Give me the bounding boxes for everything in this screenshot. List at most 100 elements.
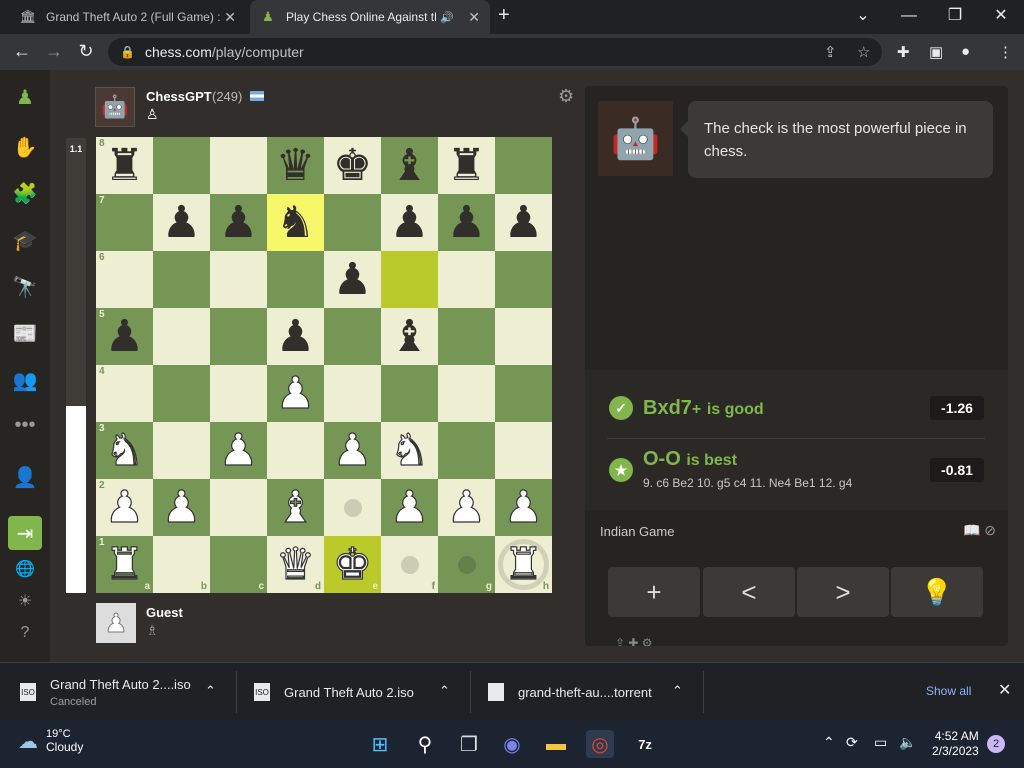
square-g2[interactable]: ♟ xyxy=(438,479,495,536)
black-pawn-icon[interactable]: ♟ xyxy=(105,314,144,359)
minimize-button[interactable]: — xyxy=(886,4,932,28)
square-d4[interactable]: ♟ xyxy=(267,365,324,422)
black-pawn-icon[interactable]: ♟ xyxy=(390,200,429,245)
black-pawn-icon[interactable]: ♟ xyxy=(162,200,201,245)
square-g4[interactable] xyxy=(438,365,495,422)
new-game-button[interactable]: + xyxy=(608,567,700,617)
square-a8[interactable]: 8 ♜ xyxy=(96,137,153,194)
download-item[interactable]: ISO Grand Theft Auto 2.iso xyxy=(254,663,414,721)
black-pawn-icon[interactable]: ♟ xyxy=(276,314,315,359)
square-h6[interactable] xyxy=(495,251,552,308)
forward-icon[interactable]: → xyxy=(42,41,66,62)
square-c3[interactable]: ♟ xyxy=(210,422,267,479)
white-bishop-icon[interactable]: ♝ xyxy=(275,484,316,529)
square-d3[interactable] xyxy=(267,422,324,479)
square-c8[interactable] xyxy=(210,137,267,194)
square-a3[interactable]: 3 ♞ xyxy=(96,422,153,479)
square-b5[interactable] xyxy=(153,308,210,365)
opening-name[interactable]: Indian Game xyxy=(600,524,674,539)
square-h3[interactable] xyxy=(495,422,552,479)
windows-start-icon[interactable]: ⊞ xyxy=(366,730,394,758)
close-downloads-icon[interactable]: ✕ xyxy=(998,680,1011,700)
square-f2[interactable]: ♟ xyxy=(381,479,438,536)
square-c2[interactable] xyxy=(210,479,267,536)
square-g7[interactable]: ♟ xyxy=(438,194,495,251)
more-icon[interactable]: ••• xyxy=(10,410,40,440)
system-clock[interactable]: 4:52 AM 2/3/2023 xyxy=(932,729,979,759)
file-explorer-icon[interactable]: ▬ xyxy=(542,730,570,758)
square-c4[interactable] xyxy=(210,365,267,422)
white-pawn-icon[interactable]: ♟ xyxy=(218,427,259,472)
menu-kebab-icon[interactable]: ⋮ xyxy=(998,43,1013,61)
notification-badge[interactable]: 2 xyxy=(987,735,1005,753)
black-knight-icon[interactable]: ♞ xyxy=(276,200,315,245)
square-h1[interactable]: h ♜ xyxy=(495,536,552,593)
white-pawn-icon[interactable]: ♟ xyxy=(161,484,202,529)
black-pawn-icon[interactable]: ♟ xyxy=(333,257,372,302)
square-d6[interactable] xyxy=(267,251,324,308)
square-b4[interactable] xyxy=(153,365,210,422)
square-h2[interactable]: ♟ xyxy=(495,479,552,536)
square-h5[interactable] xyxy=(495,308,552,365)
square-g3[interactable] xyxy=(438,422,495,479)
legal-move-dot[interactable] xyxy=(457,555,476,574)
black-pawn-icon[interactable]: ♟ xyxy=(504,200,543,245)
chess-logo-icon[interactable]: ♟ xyxy=(10,82,40,112)
square-f4[interactable] xyxy=(381,365,438,422)
chrome-icon[interactable]: ◎ xyxy=(586,730,614,758)
task-view-icon[interactable]: ❐ xyxy=(455,730,483,758)
square-a4[interactable]: 4 xyxy=(96,365,153,422)
square-d1[interactable]: d ♛ xyxy=(267,536,324,593)
square-d5[interactable]: ♟ xyxy=(267,308,324,365)
best-move[interactable]: O-O is best xyxy=(643,448,737,471)
white-king-icon[interactable]: ♚ xyxy=(332,541,373,586)
volume-icon[interactable]: 🔈 xyxy=(899,734,916,751)
play-hand-icon[interactable]: ✋ xyxy=(10,132,40,162)
square-e7[interactable] xyxy=(324,194,381,251)
square-e2[interactable] xyxy=(324,479,381,536)
square-c5[interactable] xyxy=(210,308,267,365)
square-f5[interactable]: ♝ xyxy=(381,308,438,365)
restore-button[interactable]: ❐ xyxy=(932,4,978,28)
black-pawn-icon[interactable]: ♟ xyxy=(219,200,258,245)
7zip-icon[interactable]: 7z xyxy=(631,730,659,758)
download-item[interactable]: grand-theft-au....torrent xyxy=(488,663,652,721)
chess-board[interactable]: 8 ♜ ♛ ♚ ♝ ♜ 7 ♟ ♟ ♞ ♟ ♟ ♟ 6 ♟ 5 ♟ ♟ ♝ 4 ♟ 3 ♞ ♟ ♟ ♞ 2 ♟ ♟ ♝ ♟ ♟ ♟ 1 a ♜ b c d ♛… xyxy=(96,137,552,593)
square-h7[interactable]: ♟ xyxy=(495,194,552,251)
black-bishop-icon[interactable]: ♝ xyxy=(390,314,429,359)
previous-move-button[interactable]: < xyxy=(703,567,795,617)
square-d2[interactable]: ♝ xyxy=(267,479,324,536)
theme-sun-icon[interactable]: ☀ xyxy=(10,586,40,616)
square-d8[interactable]: ♛ xyxy=(267,137,324,194)
white-pawn-icon[interactable]: ♟ xyxy=(389,484,430,529)
social-icon[interactable]: 👥 xyxy=(10,365,40,395)
square-f7[interactable]: ♟ xyxy=(381,194,438,251)
signup-icon[interactable]: 👤 xyxy=(10,462,40,492)
square-e6[interactable]: ♟ xyxy=(324,251,381,308)
watch-binoculars-icon[interactable]: 🔭 xyxy=(10,272,40,302)
black-king-icon[interactable]: ♚ xyxy=(333,143,372,188)
square-g5[interactable] xyxy=(438,308,495,365)
white-pawn-icon[interactable]: ♟ xyxy=(446,484,487,529)
square-a7[interactable]: 7 xyxy=(96,194,153,251)
square-a2[interactable]: 2 ♟ xyxy=(96,479,153,536)
white-knight-icon[interactable]: ♞ xyxy=(389,427,430,472)
good-move[interactable]: Bxd7+ is good xyxy=(643,397,764,420)
square-b3[interactable] xyxy=(153,422,210,479)
black-bishop-icon[interactable]: ♝ xyxy=(390,143,429,188)
opponent-name[interactable]: ChessGPT xyxy=(146,89,212,104)
teams-chat-icon[interactable]: ◉ xyxy=(498,730,526,758)
black-pawn-icon[interactable]: ♟ xyxy=(447,200,486,245)
square-e1[interactable]: e ♚ xyxy=(324,536,381,593)
show-all-link[interactable]: Show all xyxy=(926,684,971,698)
book-icon[interactable]: 📖 xyxy=(963,522,980,538)
square-c7[interactable]: ♟ xyxy=(210,194,267,251)
square-g8[interactable]: ♜ xyxy=(438,137,495,194)
reload-icon[interactable]: ↻ xyxy=(74,41,98,62)
square-e5[interactable] xyxy=(324,308,381,365)
profile-icon[interactable]: ● xyxy=(961,43,970,60)
settings-gear-icon[interactable]: ⚙ xyxy=(558,86,574,107)
network-icon[interactable]: ▭ xyxy=(874,734,887,751)
chevron-up-icon[interactable]: ⌃ xyxy=(823,734,835,751)
black-queen-icon[interactable]: ♛ xyxy=(276,143,315,188)
